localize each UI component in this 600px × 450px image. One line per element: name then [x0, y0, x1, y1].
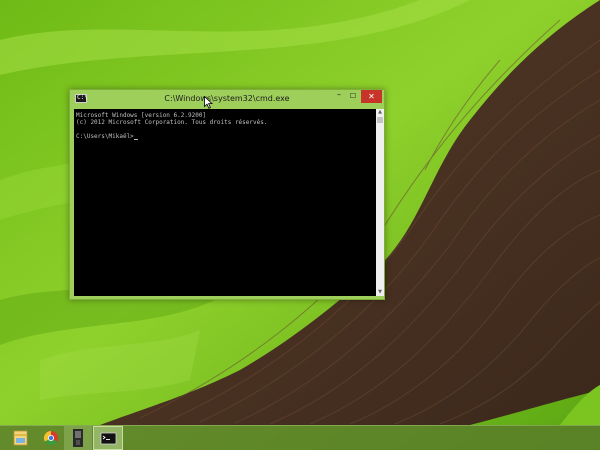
taskbar-file-explorer-button[interactable]	[6, 426, 34, 450]
taskbar-chrome-button[interactable]	[37, 426, 65, 450]
scroll-down-arrow[interactable]: ▼	[376, 289, 384, 296]
app-icon	[73, 429, 83, 447]
console-line: (c) 2012 Microsoft Corporation. Tous dro…	[76, 119, 268, 126]
scroll-thumb[interactable]	[377, 117, 383, 123]
close-button[interactable]: ✕	[361, 90, 382, 103]
console-line: Microsoft Windows [version 6.2.9200]	[76, 112, 207, 119]
taskbar-command-prompt-button[interactable]	[93, 426, 123, 450]
mouse-pointer-icon	[204, 96, 213, 109]
desktop[interactable]: C:\ C:\Windows\system32\cmd.exe – ☐ ✕ Mi…	[0, 0, 600, 450]
command-prompt-window[interactable]: C:\ C:\Windows\system32\cmd.exe – ☐ ✕ Mi…	[69, 89, 385, 300]
text-cursor	[133, 139, 138, 140]
prompt-text: C:\Users\Mikaël>	[76, 133, 134, 140]
console-output[interactable]: Microsoft Windows [version 6.2.9200] (c)…	[74, 109, 376, 296]
scroll-up-arrow[interactable]: ▲	[376, 109, 384, 116]
taskbar-app-button[interactable]	[64, 426, 92, 450]
taskbar[interactable]	[0, 425, 600, 450]
chrome-icon	[43, 430, 58, 446]
vertical-scrollbar[interactable]: ▲ ▼	[376, 109, 384, 296]
minimize-button[interactable]: –	[332, 90, 346, 104]
command-prompt-icon	[100, 432, 117, 445]
file-explorer-icon	[13, 430, 28, 446]
title-bar[interactable]: C:\ C:\Windows\system32\cmd.exe – ☐ ✕	[70, 90, 384, 108]
maximize-button[interactable]: ☐	[346, 90, 360, 104]
command-prompt-line[interactable]: C:\Users\Mikaël>	[76, 133, 138, 140]
